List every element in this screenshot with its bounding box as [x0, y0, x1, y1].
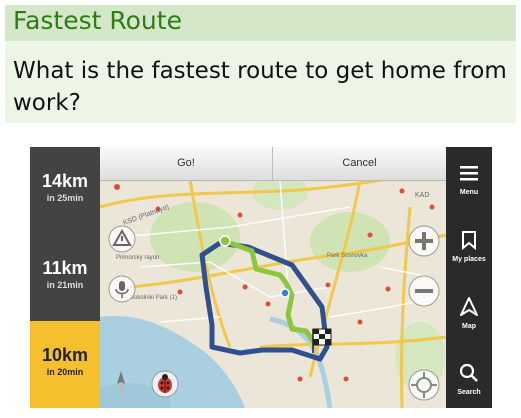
menu-button[interactable]: Menu — [446, 147, 492, 207]
compass-icon[interactable] — [110, 369, 132, 399]
route-option-3[interactable]: 10km in 20min — [30, 321, 100, 408]
ladybug-icon[interactable] — [150, 369, 180, 399]
zoom-out-button[interactable] — [408, 275, 440, 307]
map-label-kad: KAD — [415, 192, 429, 199]
route-option-2[interactable]: 11km in 21min — [30, 234, 100, 320]
route-distance: 14km — [41, 171, 89, 191]
slide-title: Fastest Route — [13, 6, 182, 35]
slide-title-bar: Fastest Route — [5, 5, 516, 41]
route-time: in 20min — [46, 367, 84, 377]
route-distance: 10km — [41, 345, 89, 365]
search-label: Search — [457, 389, 481, 396]
map-label: Map — [462, 323, 476, 330]
navigation-app-screenshot: KSD (Platnaya) Primorsky rayon Sokolniki… — [30, 147, 492, 408]
traffic-warning-button[interactable] — [108, 225, 136, 253]
search-icon — [459, 363, 478, 382]
route-time: in 25min — [46, 193, 84, 203]
cancel-button[interactable]: Cancel — [273, 147, 446, 180]
route-time: in 21min — [46, 280, 84, 290]
menu-label: Menu — [459, 189, 479, 196]
bookmark-icon — [462, 231, 476, 250]
map-label-park: Park Sosnovka — [327, 253, 368, 259]
my-places-label: My places — [452, 256, 486, 263]
start-marker — [219, 235, 231, 247]
question-text: What is the fastest route to get home fr… — [13, 58, 507, 116]
map-button[interactable]: Map — [446, 281, 492, 341]
map-icon — [460, 297, 478, 316]
right-menu-panel: Menu My places Map Search — [446, 147, 492, 408]
my-places-button[interactable]: My places — [446, 214, 492, 274]
locate-me-button[interactable] — [408, 369, 440, 401]
route-option-1[interactable]: 14km in 25min — [30, 147, 100, 233]
question-box: What is the fastest route to get home fr… — [5, 41, 516, 123]
menu-icon — [460, 166, 478, 181]
route-distance: 11km — [42, 258, 88, 278]
route-options-panel: 14km in 25min 11km in 21min 10km in 20mi… — [30, 147, 100, 408]
map-label-zoo: Sokolniki Park (1) — [130, 295, 177, 301]
go-button[interactable]: Go! — [100, 147, 273, 180]
top-action-bar: Go! Cancel — [100, 147, 446, 181]
search-button[interactable]: Search — [446, 347, 492, 407]
map-label-primorsky: Primorsky rayon — [116, 255, 159, 261]
zoom-in-button[interactable] — [408, 225, 440, 257]
microphone-icon[interactable] — [108, 275, 136, 303]
